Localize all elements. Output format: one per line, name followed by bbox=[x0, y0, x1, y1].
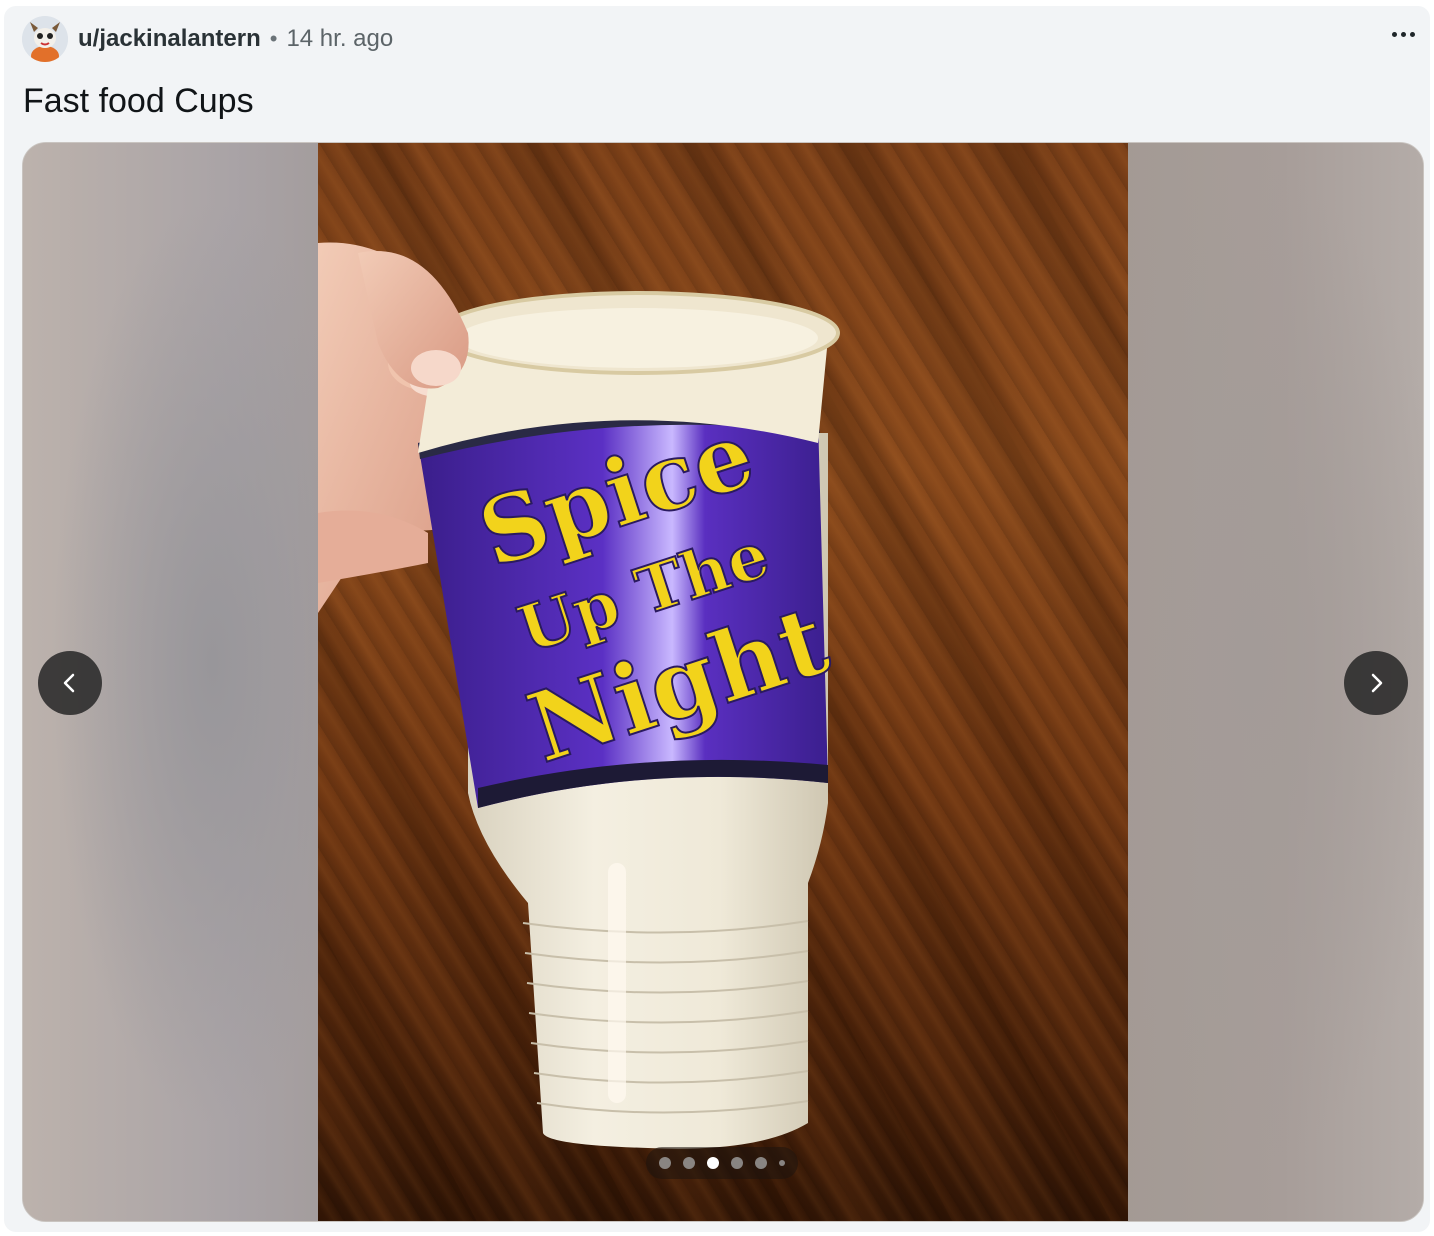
post-card[interactable]: u/jackinalantern • 14 hr. ago Fast food … bbox=[4, 6, 1430, 1232]
more-options-icon bbox=[1391, 31, 1397, 37]
post-timestamp: 14 hr. ago bbox=[286, 25, 394, 52]
pagination-dot[interactable] bbox=[755, 1157, 767, 1169]
more-options-button[interactable] bbox=[1386, 20, 1420, 48]
next-image-button[interactable] bbox=[1344, 651, 1408, 715]
avatar[interactable] bbox=[22, 16, 68, 62]
separator-dot: • bbox=[269, 26, 278, 51]
pagination-dot[interactable] bbox=[779, 1160, 785, 1166]
pagination-dot[interactable] bbox=[659, 1157, 671, 1169]
username-link[interactable]: u/jackinalantern bbox=[78, 25, 261, 53]
gallery-pagination bbox=[646, 1147, 798, 1179]
avatar-icon bbox=[22, 16, 68, 62]
pagination-dot[interactable] bbox=[731, 1157, 743, 1169]
image-gallery[interactable]: Spice Up The Night bbox=[22, 142, 1424, 1222]
post-title[interactable]: Fast food Cups bbox=[23, 82, 254, 121]
chevron-right-icon bbox=[1371, 673, 1383, 693]
chevron-left-icon bbox=[63, 673, 75, 693]
previous-image-button[interactable] bbox=[38, 651, 102, 715]
cup-photo-illustration: Spice Up The Night bbox=[318, 242, 842, 1149]
gallery-image[interactable]: Spice Up The Night bbox=[318, 143, 1128, 1221]
pagination-dot-active[interactable] bbox=[707, 1157, 719, 1169]
post-header: u/jackinalantern • 14 hr. ago bbox=[22, 14, 393, 64]
pagination-dot[interactable] bbox=[683, 1157, 695, 1169]
